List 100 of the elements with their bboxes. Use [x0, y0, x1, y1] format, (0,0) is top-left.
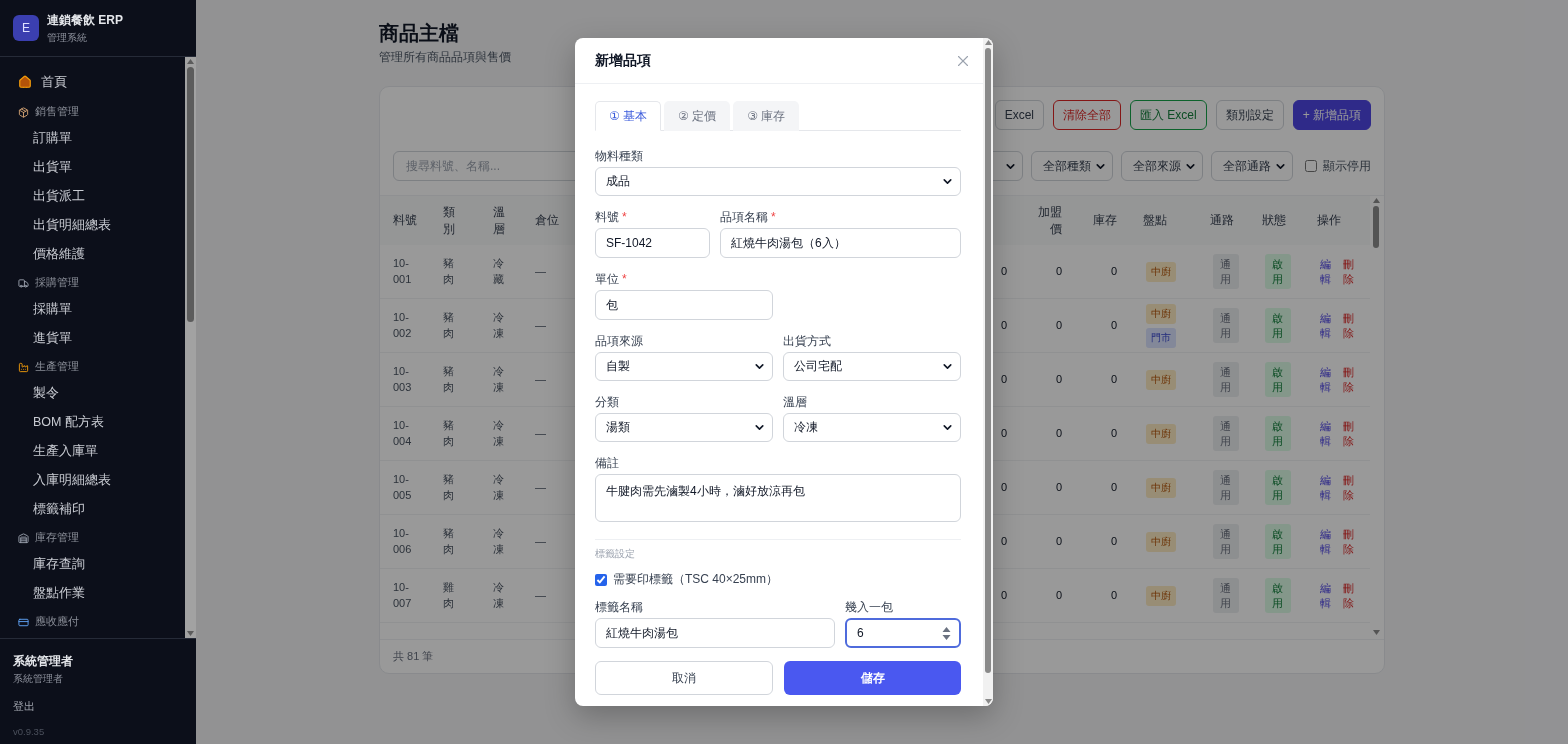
toolbar-button[interactable]: 類別設定: [1215, 100, 1284, 130]
nav-item[interactable]: 進貨單: [0, 324, 185, 353]
nav-item[interactable]: BOM 配方表: [0, 408, 185, 437]
site-tag: 門市: [1146, 327, 1176, 348]
table-cell-text: —: [535, 263, 546, 279]
nav-item[interactable]: 價格維護: [0, 240, 185, 269]
scrollbar[interactable]: [185, 57, 196, 638]
checkbox[interactable]: [1305, 160, 1317, 172]
nav-item[interactable]: 生產入庫單: [0, 437, 185, 466]
field-label: 備註: [595, 456, 619, 470]
text-field[interactable]: SF-1042: [595, 228, 710, 258]
scroll-down-icon[interactable]: [984, 699, 992, 704]
toolbar-button[interactable]: 清除全部: [1052, 100, 1121, 130]
edit-link[interactable]: 編輯: [1320, 580, 1331, 611]
delete-link[interactable]: 刪除: [1342, 310, 1353, 341]
toolbar-button[interactable]: 匯入 Excel: [1129, 100, 1207, 130]
scroll-up-icon[interactable]: [187, 59, 194, 64]
edit-link[interactable]: 編輯: [1320, 472, 1331, 503]
edit-link[interactable]: 編輯: [1320, 364, 1331, 395]
tab[interactable]: ② 定價: [664, 101, 731, 131]
nav-item[interactable]: 訂購單: [0, 124, 185, 153]
nav-section-title: 銷售管理: [35, 105, 79, 119]
table-cell-text: 豬肉: [443, 525, 454, 557]
table-cell-text: 豬肉: [443, 471, 454, 503]
tab[interactable]: ① 基本: [595, 101, 662, 131]
table-cell-text: 0: [1110, 317, 1117, 333]
filter-select[interactable]: 全部種類: [1031, 151, 1113, 181]
filter-select[interactable]: 全部通路: [1211, 151, 1293, 181]
table-cell-text: 0: [1110, 263, 1117, 279]
table-cell-text: 0: [1055, 317, 1062, 333]
spinner-icon[interactable]: [942, 625, 951, 641]
column-header: 庫存: [1093, 212, 1117, 229]
table-cell-text: 10-003: [393, 363, 413, 395]
table-cell-text: 0: [1055, 533, 1062, 549]
note-field[interactable]: 牛腱肉需先滷製4小時，滷好放涼再包: [595, 474, 961, 522]
table-cell-text: 0: [1000, 317, 1007, 333]
channel-tag: 通用: [1213, 469, 1239, 506]
filter-select[interactable]: 全部來源: [1121, 151, 1203, 181]
scroll-up-icon[interactable]: [1372, 198, 1380, 203]
delete-link[interactable]: 刪除: [1342, 526, 1353, 557]
site-tag: 中廚: [1146, 477, 1176, 498]
field-label: 料號: [595, 210, 619, 224]
status-tag: 啟用: [1265, 307, 1291, 344]
version-text: v0.9.35: [13, 726, 46, 737]
toolbar-button[interactable]: Excel: [994, 100, 1044, 130]
status-tag: 啟用: [1265, 361, 1291, 398]
checkbox-label: 需要印標籤（TSC 40×25mm）: [613, 571, 779, 588]
edit-link[interactable]: 編輯: [1320, 310, 1331, 341]
table-cell-text: 10-004: [393, 417, 413, 449]
nav-item[interactable]: 盤點作業: [0, 579, 185, 608]
checkbox[interactable]: [595, 573, 607, 586]
nav-item[interactable]: 出貨單: [0, 153, 185, 182]
app-name: 連鎖餐飲 ERP: [47, 11, 123, 29]
nav-item[interactable]: 入庫明細總表: [0, 466, 185, 495]
text-field[interactable]: 包: [595, 290, 773, 320]
scroll-down-icon[interactable]: [187, 631, 194, 636]
delete-link[interactable]: 刪除: [1342, 418, 1353, 449]
save-button[interactable]: 儲存: [784, 661, 961, 695]
scroll-up-icon[interactable]: [984, 40, 992, 45]
app-subtitle: 管理系統: [47, 30, 88, 45]
table-cell-text: 10-005: [393, 471, 413, 503]
scroll-down-icon[interactable]: [1372, 630, 1380, 635]
edit-link[interactable]: 編輯: [1320, 256, 1331, 287]
select-field[interactable]: 公司宅配: [783, 352, 961, 381]
column-header: 加盟價: [1038, 203, 1062, 238]
nav-item[interactable]: 標籤補印: [0, 495, 185, 524]
nav-item[interactable]: 出貨派工: [0, 182, 185, 211]
select-field[interactable]: 湯類: [595, 413, 773, 442]
required-mark: *: [771, 210, 776, 224]
toolbar-button[interactable]: + 新增品項: [1292, 100, 1371, 130]
nav-item[interactable]: 庫存查詢: [0, 550, 185, 579]
cancel-button[interactable]: 取消: [595, 661, 773, 695]
delete-link[interactable]: 刪除: [1342, 364, 1353, 395]
nav-item[interactable]: 出貨明細總表: [0, 211, 185, 240]
nav-item[interactable]: 首頁: [0, 67, 185, 96]
select-field[interactable]: 自製: [595, 352, 773, 381]
site-tag: 中廚: [1146, 585, 1176, 606]
select-field[interactable]: 冷凍: [783, 413, 961, 442]
dialog-title: 新增品項: [595, 51, 651, 70]
channel-tag: 通用: [1213, 307, 1239, 344]
nav-item[interactable]: 製令: [0, 379, 185, 408]
logout-link[interactable]: 登出: [13, 700, 35, 714]
scrollbar[interactable]: [983, 38, 993, 706]
delete-link[interactable]: 刪除: [1342, 256, 1353, 287]
table-cell-text: —: [535, 479, 546, 495]
field-label: 品項來源: [595, 334, 643, 348]
select-field[interactable]: 成品: [595, 167, 961, 196]
delete-link[interactable]: 刪除: [1342, 580, 1353, 611]
text-field[interactable]: 紅燒牛肉湯包: [595, 618, 835, 648]
table-cell-text: 冷藏: [493, 255, 504, 287]
required-mark: *: [622, 210, 627, 224]
edit-link[interactable]: 編輯: [1320, 526, 1331, 557]
edit-link[interactable]: 編輯: [1320, 418, 1331, 449]
text-field[interactable]: 紅燒牛肉湯包（6入）: [720, 228, 961, 258]
table-cell-text: —: [535, 533, 546, 549]
delete-link[interactable]: 刪除: [1342, 472, 1353, 503]
number-field[interactable]: 6: [845, 618, 961, 648]
nav-item[interactable]: 採購單: [0, 295, 185, 324]
table-cell-text: —: [535, 587, 546, 603]
tab[interactable]: ③ 庫存: [733, 101, 800, 131]
